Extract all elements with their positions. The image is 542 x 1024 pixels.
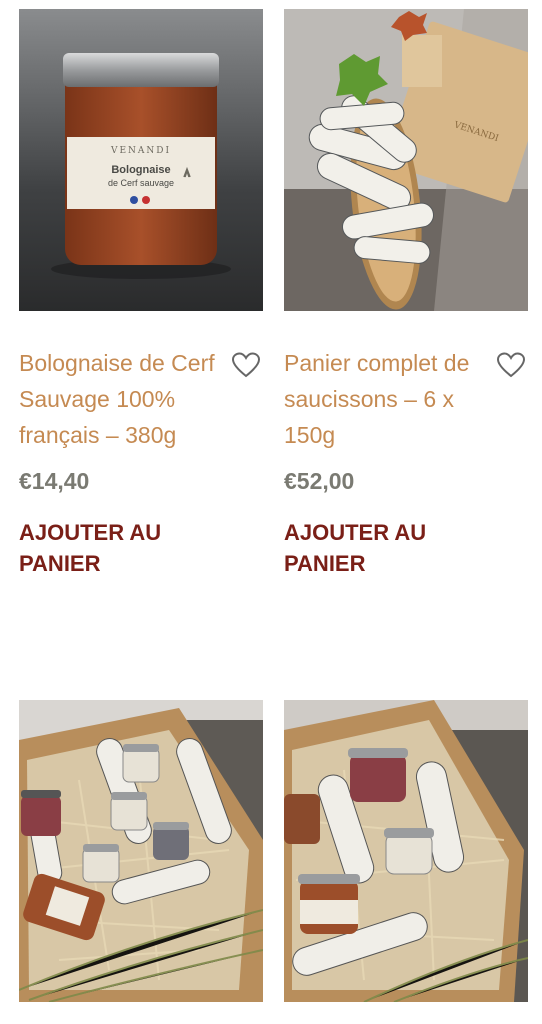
product-card bbox=[19, 700, 263, 1002]
product-title[interactable]: Panier complet de saucissons – 6 x 150g bbox=[284, 345, 488, 453]
product-grid: VENANDI Bolognaise de Cerf sauvage Bolog… bbox=[0, 0, 542, 1024]
jar-brand-text: VENANDI bbox=[110, 146, 171, 156]
product-card: VENANDI Bolognaise de Cerf sauvage Bolog… bbox=[19, 9, 263, 579]
product-title[interactable]: Bolognaise de Cerf Sauvage 100% français… bbox=[19, 345, 223, 453]
product-info: Bolognaise de Cerf Sauvage 100% français… bbox=[19, 311, 263, 579]
add-to-cart-button[interactable]: AJOUTER AU PANIER bbox=[284, 517, 488, 579]
product-card: VENANDI Panier complet de saucissons – 6… bbox=[284, 9, 528, 579]
product-image[interactable]: VENANDI Bolognaise de Cerf sauvage bbox=[19, 9, 263, 311]
wishlist-heart-icon[interactable] bbox=[496, 351, 526, 379]
wishlist-heart-icon[interactable] bbox=[231, 351, 261, 379]
jar-label-line1: Bolognaise bbox=[111, 164, 170, 176]
product-card bbox=[284, 700, 528, 1002]
product-price: €52,00 bbox=[284, 468, 355, 494]
product-image[interactable]: VENANDI bbox=[284, 9, 528, 311]
product-info: Panier complet de saucissons – 6 x 150g … bbox=[284, 311, 528, 579]
product-price: €14,40 bbox=[19, 468, 90, 494]
product-image[interactable] bbox=[284, 700, 528, 1002]
add-to-cart-button[interactable]: AJOUTER AU PANIER bbox=[19, 517, 223, 579]
product-image[interactable] bbox=[19, 700, 263, 1002]
jar-label-line2: de Cerf sauvage bbox=[108, 178, 174, 188]
